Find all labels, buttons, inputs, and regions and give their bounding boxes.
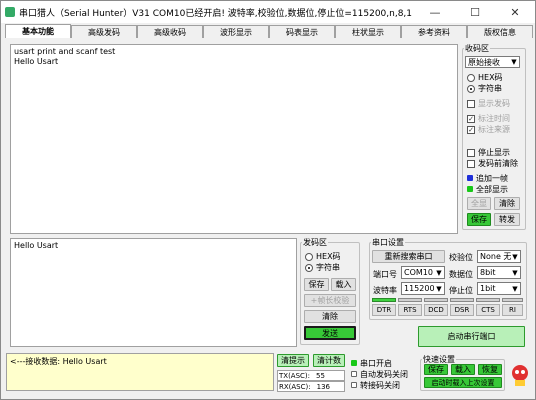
port-label: 端口号 [373, 270, 397, 279]
mascot-icon [510, 363, 530, 387]
chk-source[interactable]: ✓ 标注来源 [467, 124, 510, 135]
chevron-down-icon: ▼ [512, 268, 518, 277]
databits-select[interactable]: 8bit ▼ [477, 266, 521, 279]
recv-status-data: Hello Usart [62, 357, 107, 366]
send-line: Hello Usart [14, 241, 59, 250]
recv-save-button[interactable]: 保存 [467, 213, 491, 226]
port-open-indicator: 串口开启 [351, 358, 392, 369]
legend-all: 全部显示 [467, 184, 508, 195]
quick-save-button[interactable]: 保存 [424, 364, 448, 375]
app-icon [5, 7, 15, 17]
clear-hint-button[interactable]: 清提示 [277, 354, 309, 367]
chk-timestamp[interactable]: ✓ 标注时间 [467, 113, 510, 124]
recv-radio-hex[interactable]: HEX码 [467, 72, 503, 83]
receive-line: Hello Usart [14, 57, 59, 66]
rx-counter: RX(ASC): 136 [277, 381, 345, 392]
status-panel: <---接收数据: Hello Usart [6, 353, 274, 391]
select-all-button[interactable]: 全显 [467, 197, 491, 210]
baud-label: 波特率 [373, 286, 397, 295]
green-led-icon [351, 360, 357, 366]
tab-code-table[interactable]: 码表显示 [269, 25, 335, 38]
dtr-button[interactable]: DTR [372, 304, 396, 316]
chevron-down-icon: ▼ [512, 284, 518, 293]
auto-recv-indicator: 转接码关闭 [351, 380, 400, 391]
blue-led-icon [467, 175, 473, 181]
ri-indicator: RI [502, 304, 523, 316]
stopbits-label: 停止位 [449, 286, 473, 295]
parity-label: 校验位 [449, 253, 473, 262]
dcd-led [424, 298, 448, 302]
close-icon: ✕ [510, 5, 520, 19]
databits-label: 数据位 [449, 270, 473, 279]
close-button[interactable]: ✕ [495, 1, 535, 23]
open-port-button[interactable]: 启动串行端口 [418, 326, 525, 347]
chevron-down-icon: ▼ [436, 284, 442, 293]
send-clear-button[interactable]: 清除 [304, 310, 356, 323]
port-settings-title: 串口设置 [371, 237, 405, 248]
maximize-button[interactable]: ☐ [455, 1, 495, 23]
tab-advanced-send[interactable]: 高级发码 [71, 25, 137, 38]
cts-indicator: CTS [476, 304, 500, 316]
send-radio-hex[interactable]: HEX码 [305, 251, 341, 262]
maximize-icon: ☐ [470, 5, 480, 19]
legend-append: 追加一帧 [467, 173, 508, 184]
tab-waveform[interactable]: 波形显示 [203, 25, 269, 38]
off-led-icon [351, 382, 357, 388]
tab-bar: 基本功能 高级发码 高级收码 波形显示 码表显示 柱状显示 参考资料 版权信息 [5, 24, 533, 38]
chevron-down-icon: ▼ [436, 268, 442, 277]
send-load-button[interactable]: 载入 [331, 278, 356, 291]
tab-copyright[interactable]: 版权信息 [467, 25, 533, 38]
send-textarea[interactable]: Hello Usart [10, 238, 297, 347]
tab-basic[interactable]: 基本功能 [5, 24, 71, 38]
load-last-settings-button[interactable]: 启动时载入上次设置 [424, 377, 502, 388]
dsr-indicator: DSR [450, 304, 474, 316]
receive-textarea[interactable]: usart print and scanf test Hello Usart [10, 44, 458, 234]
recv-status-label: <---接收数据: [10, 357, 61, 366]
recv-clear-button[interactable]: 清除 [494, 197, 520, 210]
window-title: 串口猎人（Serial Hunter）V31 COM10已经开启! 波特率,校验… [19, 8, 413, 19]
receive-line: usart print and scanf test [14, 47, 116, 56]
quick-load-button[interactable]: 载入 [451, 364, 475, 375]
send-save-button[interactable]: 保存 [304, 278, 329, 291]
parity-select[interactable]: None 无 ▼ [477, 250, 521, 263]
forward-button[interactable]: 转发 [494, 213, 520, 226]
title-bar: 串口猎人（Serial Hunter）V31 COM10已经开启! 波特率,校验… [1, 1, 535, 23]
dsr-led [450, 298, 474, 302]
rescan-port-button[interactable]: 重新搜索串口 [372, 250, 445, 263]
rts-button[interactable]: RTS [398, 304, 422, 316]
chevron-down-icon: ▼ [512, 252, 518, 261]
green-led-icon [467, 186, 473, 192]
auto-send-indicator: 自动发码关闭 [351, 369, 408, 380]
dtr-led [372, 298, 396, 302]
checksum-button[interactable]: +帧长校验 [304, 294, 356, 307]
off-led-icon [351, 371, 357, 377]
recv-mode-select[interactable]: 原始接收 ▼ [465, 56, 520, 68]
ri-led [502, 298, 523, 302]
minimize-button[interactable]: — [415, 1, 455, 23]
send-group-title: 发码区 [302, 237, 328, 248]
chk-show-send[interactable]: 显示发码 [467, 98, 510, 109]
send-button[interactable]: 发送 [304, 326, 356, 340]
quick-restore-button[interactable]: 恢复 [478, 364, 502, 375]
chk-stop-display[interactable]: 停止显示 [467, 147, 510, 158]
app-window: 串口猎人（Serial Hunter）V31 COM10已经开启! 波特率,校验… [0, 0, 536, 400]
port-select[interactable]: COM10 ▼ [401, 266, 445, 279]
stopbits-select[interactable]: 1bit ▼ [477, 282, 521, 295]
chevron-down-icon: ▼ [511, 58, 517, 66]
dcd-indicator: DCD [424, 304, 448, 316]
cts-led [476, 298, 500, 302]
tab-reference[interactable]: 参考资料 [401, 25, 467, 38]
rts-led [398, 298, 422, 302]
chk-clear-before-send[interactable]: 发码前清除 [467, 158, 518, 169]
recv-group-title: 收码区 [464, 43, 490, 54]
minimize-icon: — [429, 5, 441, 19]
send-radio-string[interactable]: 字符串 [305, 262, 340, 273]
tab-advanced-recv[interactable]: 高级收码 [137, 25, 203, 38]
clear-count-button[interactable]: 清计数 [313, 354, 345, 367]
tab-bar-chart[interactable]: 柱状显示 [335, 25, 401, 38]
baud-select[interactable]: 115200 ▼ [401, 282, 445, 295]
tx-counter: TX(ASC): 55 [277, 370, 345, 381]
recv-radio-string[interactable]: 字符串 [467, 83, 502, 94]
